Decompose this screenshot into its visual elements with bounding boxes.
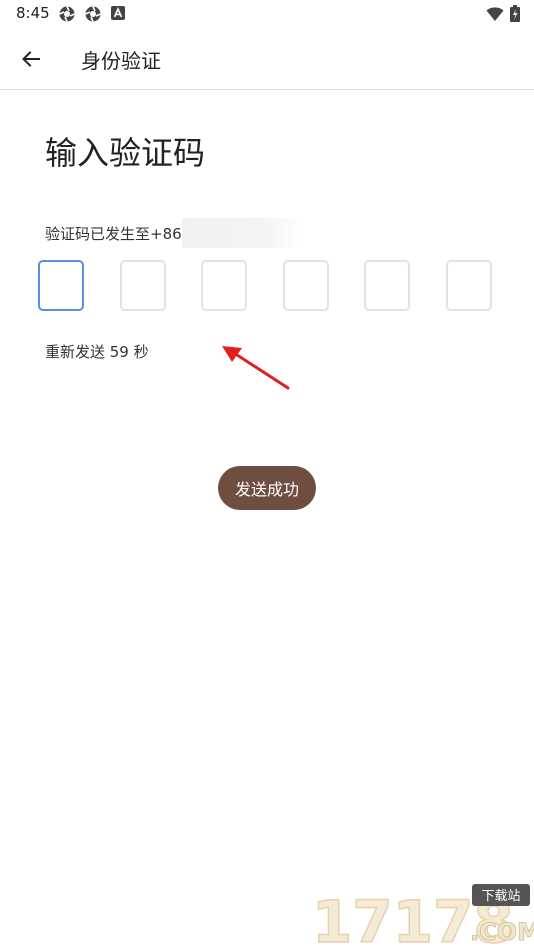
code-digit-2[interactable] [120,260,166,311]
annotation-arrow-icon [222,346,290,390]
code-digit-3[interactable] [201,260,247,311]
status-time: 8:45 [16,4,50,22]
app-icon [85,6,101,22]
wifi-icon [486,6,504,21]
sent-to-text: 验证码已发生至+86 [45,218,302,248]
code-digit-5[interactable] [364,260,410,311]
toast-message: 发送成功 [218,466,316,510]
svg-text:下载站: 下载站 [481,889,520,904]
status-icons-right [486,5,520,22]
arrow-left-icon [22,51,40,67]
app-bar: 身份验证 [0,28,534,90]
status-bar: 8:45 [0,0,534,28]
phone-number-mask [181,218,302,248]
site-watermark-logo: 17178 下载站 .COM [311,884,534,950]
code-digit-4[interactable] [283,260,329,311]
status-icons-left [58,5,126,23]
sent-to-label: 验证码已发生至+86 [45,224,182,243]
back-button[interactable] [12,40,50,78]
svg-text:.COM: .COM [470,918,534,946]
battery-charging-icon [510,5,520,22]
notification-a-icon [111,6,125,20]
app-icon [59,6,75,22]
code-digit-1[interactable] [38,260,84,311]
code-digit-6[interactable] [446,260,492,311]
verification-heading: 输入验证码 [45,134,206,172]
code-input-row [38,260,498,316]
page-title: 身份验证 [81,49,161,73]
resend-countdown: 重新发送 59 秒 [45,343,149,361]
